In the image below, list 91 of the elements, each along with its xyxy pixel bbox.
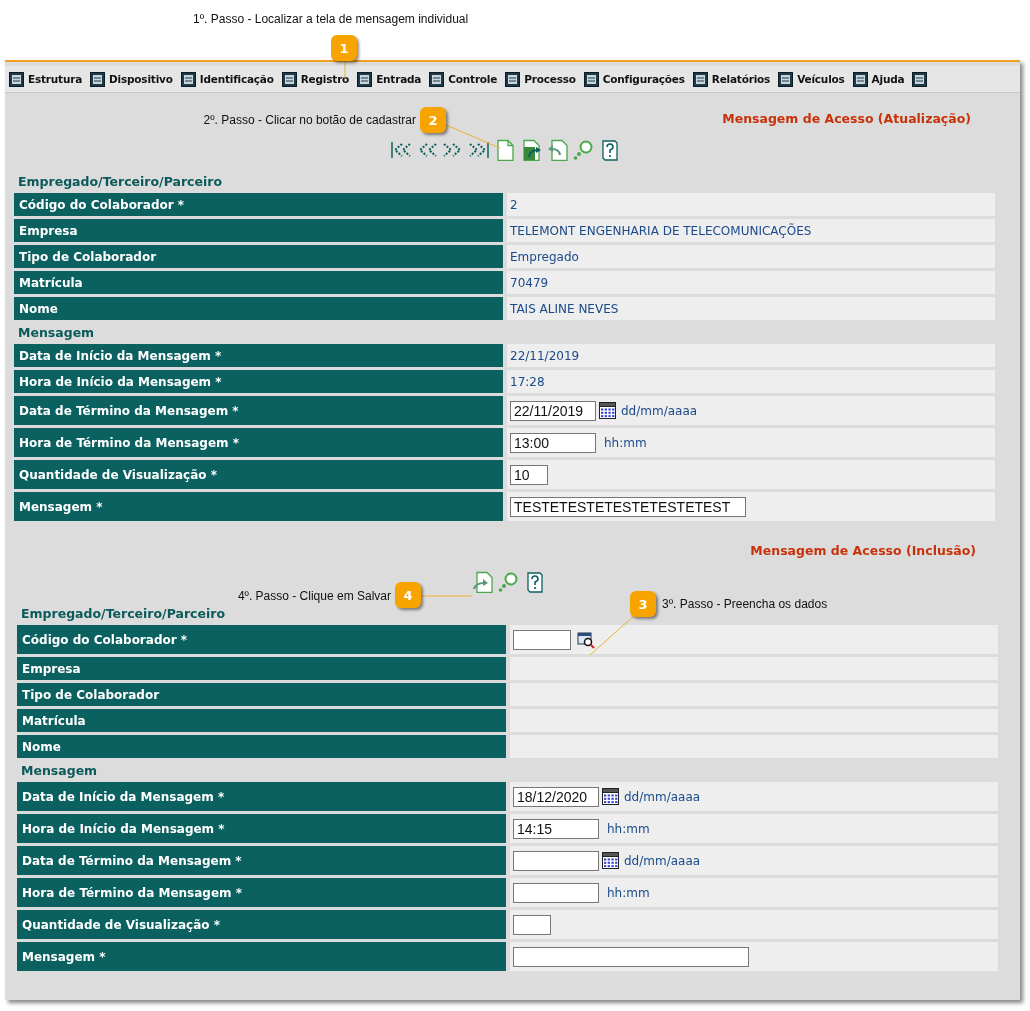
tile-icon	[429, 71, 445, 87]
field-value: 22/11/2019	[510, 348, 580, 363]
menu-item[interactable]: Dispositivo	[109, 73, 173, 85]
input-field[interactable]	[513, 946, 749, 967]
menu-item[interactable]: Configurações	[602, 73, 685, 85]
menu-item[interactable]: Ajuda	[871, 73, 905, 85]
format-hint: hh:mm	[603, 435, 647, 450]
field-value: 2	[510, 197, 518, 212]
tile-icon	[692, 71, 708, 87]
field-label: Mensagem *	[17, 942, 506, 971]
section-heading: Empregado/Terceiro/Parceiro	[20, 605, 225, 623]
input-field[interactable]: 10	[510, 464, 548, 485]
menu-item[interactable]: Entrada	[376, 73, 422, 85]
input-field[interactable]: 18/12/2020	[513, 786, 599, 807]
field-label: Data de Início da Mensagem *	[17, 782, 506, 811]
field-label: Código do Colaborador *	[14, 193, 503, 216]
tile-icon	[357, 71, 373, 87]
step-caption: 2º. Passo - Clicar no botão de cadastrar	[203, 113, 416, 127]
field-label: Código do Colaborador *	[17, 625, 506, 654]
input-field[interactable]	[513, 914, 551, 935]
format-hint: hh:mm	[606, 821, 650, 836]
field-label: Hora de Término da Mensagem *	[17, 878, 506, 907]
input-field[interactable]: 14:15	[513, 818, 599, 839]
field-value: 17:28	[510, 374, 545, 389]
menu-item[interactable]: Identificação	[199, 73, 274, 85]
tile-icon	[281, 71, 297, 87]
leader-line	[420, 595, 473, 597]
tile-icon	[9, 71, 24, 87]
field-value: TAIS ALINE NEVES	[510, 301, 619, 316]
field-label: Nome	[17, 735, 506, 758]
step-badge: 2	[420, 107, 446, 133]
form-title: Mensagem de Acesso (Inclusão)	[750, 542, 976, 558]
format-hint: dd/mm/aaaa	[623, 853, 701, 868]
menu-item[interactable]: Veículos	[797, 73, 845, 85]
menu-item[interactable]: Processo	[524, 73, 576, 85]
field-label: Tipo de Colaborador	[17, 683, 506, 706]
step-badge: 3	[630, 591, 656, 617]
step-caption: 3º. Passo - Preencha os dados	[662, 597, 828, 611]
section-heading: Mensagem	[20, 762, 98, 780]
menu-item[interactable]: Controle	[448, 73, 498, 85]
field-label: Quantidade de Visualização *	[17, 910, 506, 939]
step-caption: 4º. Passo - Clique em Salvar	[237, 589, 391, 603]
tile-icon	[505, 71, 521, 87]
tile-icon	[583, 71, 599, 87]
form-title: Mensagem de Acesso (Atualização)	[722, 110, 971, 126]
format-hint: dd/mm/aaaa	[623, 789, 701, 804]
field-label: Data de Início da Mensagem *	[14, 344, 503, 367]
step-caption: 1º. Passo - Localizar a tela de mensagem individual	[193, 12, 469, 26]
tile-icon	[180, 71, 196, 87]
format-hint: dd/mm/aaaa	[620, 403, 698, 418]
input-field[interactable]: 22/11/2019	[510, 400, 596, 421]
field-label: Data de Término da Mensagem *	[14, 396, 503, 425]
field-label: Hora de Início da Mensagem *	[17, 814, 506, 843]
double-chevron-left-icon[interactable]	[389, 139, 412, 161]
field-label: Hora de Início da Mensagem *	[14, 370, 503, 393]
field-label: Empresa	[17, 657, 506, 680]
section-heading: Empregado/Terceiro/Parceiro	[17, 173, 222, 191]
input-field[interactable]: 13:00	[510, 432, 596, 453]
calendar-icon[interactable]	[599, 402, 616, 419]
leader-line	[445, 124, 501, 149]
format-hint: hh:mm	[606, 885, 650, 900]
search-icon[interactable]	[577, 630, 595, 649]
field-label: Empresa	[14, 219, 503, 242]
leader-line	[344, 60, 346, 79]
field-label: Matrícula	[14, 271, 503, 294]
tile-icon	[852, 71, 868, 87]
field-value: TELEMONT ENGENHARIA DE TELECOMUNICAÇÕES	[510, 223, 812, 238]
step-badge: 1	[331, 35, 357, 61]
section-heading: Mensagem	[17, 324, 95, 342]
field-label: Nome	[14, 297, 503, 320]
field-label: Hora de Término da Mensagem *	[14, 428, 503, 457]
document-arrow-icon[interactable]	[470, 571, 493, 593]
menu-item[interactable]: Estrutura	[28, 73, 83, 85]
input-field[interactable]	[513, 850, 599, 871]
tile-icon	[90, 71, 106, 87]
step-badge: 4	[395, 582, 421, 608]
calendar-icon[interactable]	[602, 788, 619, 805]
field-label: Data de Término da Mensagem *	[17, 846, 506, 875]
field-value: Empregado	[510, 249, 579, 264]
input-field[interactable]	[513, 882, 599, 903]
field-value: 70479	[510, 275, 549, 290]
field-label: Quantidade de Visualização *	[14, 460, 503, 489]
input-field[interactable]: TESTETESTETESTETESTETEST	[510, 496, 746, 517]
menu-item[interactable]: Registro	[300, 73, 350, 85]
calendar-icon[interactable]	[602, 852, 619, 869]
tile-icon	[778, 71, 794, 87]
input-field[interactable]	[513, 629, 571, 650]
field-label: Tipo de Colaborador	[14, 245, 503, 268]
field-label: Matrícula	[17, 709, 506, 732]
menu-item[interactable]: Relatórios	[711, 73, 771, 85]
field-label: Mensagem *	[14, 492, 503, 521]
